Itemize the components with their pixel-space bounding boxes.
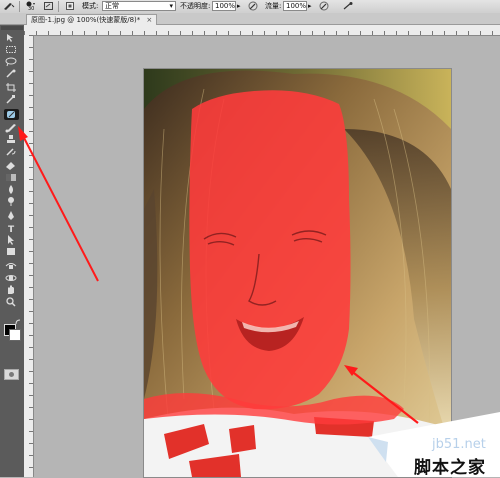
zoom-tool-icon	[6, 297, 16, 307]
shape-tool-icon	[7, 248, 15, 255]
svg-text:T: T	[8, 225, 15, 233]
crop-tool-button[interactable]	[4, 82, 19, 93]
gradient-tool-icon	[6, 174, 16, 181]
flow-input[interactable]: 100%	[283, 1, 307, 11]
path-selection-tool-icon	[8, 235, 14, 245]
flow-label: 流量:	[265, 2, 282, 10]
dodge-tool-icon	[8, 197, 14, 206]
chevron-down-icon: ▾	[169, 2, 173, 10]
watermark-name: 脚本之家	[414, 458, 486, 478]
brush-preset-icon	[4, 3, 15, 10]
lasso-tool-icon	[5, 57, 17, 67]
close-icon[interactable]: ×	[146, 15, 152, 25]
mode-label: 模式:	[82, 2, 99, 10]
chevron-right-icon: ▸	[308, 2, 312, 10]
3d-orbit-tool-icon	[5, 275, 17, 281]
pen-tool-icon	[8, 211, 14, 220]
document-tab[interactable]: 原图-1.jpg @ 100%(快速蒙版/8)* ×	[26, 14, 158, 25]
document-tab-bar: 原图-1.jpg @ 100%(快速蒙版/8)* ×	[0, 13, 500, 25]
watermark-site: jb51.net	[432, 437, 486, 452]
airbrush-button[interactable]	[318, 1, 329, 11]
marquee-tool-icon	[6, 46, 16, 53]
hand-tool-icon	[8, 285, 14, 294]
eraser-tool-button[interactable]	[4, 160, 19, 171]
opacity-pressure-button[interactable]	[247, 1, 258, 11]
marquee-tool-button[interactable]	[4, 44, 19, 55]
eyedropper-tool-icon	[6, 95, 15, 104]
opacity-slider-toggle[interactable]: ▸	[237, 1, 241, 11]
opacity-input[interactable]: 100%	[212, 1, 236, 11]
swap-colors-icon[interactable]	[15, 319, 21, 325]
brush-tool-icon	[5, 124, 16, 133]
quick-select-tool-icon	[6, 69, 16, 78]
shape-tool-button[interactable]	[4, 246, 19, 257]
dodge-tool-button[interactable]	[4, 196, 19, 207]
toggle-brush-panel-button[interactable]	[43, 1, 54, 11]
history-brush-tool-button[interactable]	[4, 146, 19, 157]
chevron-right-icon: ▸	[237, 2, 241, 10]
history-brush-tool-icon	[6, 148, 16, 156]
path-selection-tool-button[interactable]	[4, 234, 19, 245]
pen-tool-button[interactable]	[4, 210, 19, 221]
mode-select[interactable]: 正常 ▾	[102, 1, 176, 11]
spot-healing-brush-tool-button[interactable]	[4, 109, 19, 120]
opacity-label: 不透明度:	[180, 2, 211, 10]
blur-tool-icon	[9, 185, 13, 194]
clone-stamp-tool-button[interactable]	[4, 134, 19, 145]
airbrush-icon	[319, 1, 329, 11]
eyedropper-tool-button[interactable]	[4, 94, 19, 105]
tools-panel: T	[0, 25, 24, 477]
type-tool-icon: T	[8, 225, 15, 233]
gradient-tool-button[interactable]	[4, 172, 19, 183]
overlay-mode-icon	[66, 2, 74, 10]
flow-value: 100%	[286, 2, 307, 10]
document-tab-title: 原图-1.jpg @ 100%(快速蒙版/8)	[31, 16, 137, 24]
move-tool-icon	[7, 34, 13, 42]
3d-rotate-tool-icon	[5, 263, 17, 269]
flow-slider-toggle[interactable]: ▸	[308, 1, 312, 11]
hand-tool-button[interactable]	[4, 284, 19, 295]
3d-orbit-tool-button[interactable]	[4, 272, 19, 283]
eraser-tool-icon	[6, 162, 15, 170]
quick-mask-mode-button[interactable]	[4, 369, 19, 380]
clone-stamp-tool-icon	[7, 135, 15, 143]
brush-panel-icon	[44, 2, 53, 10]
tool-preset-picker[interactable]	[2, 1, 15, 11]
vertical-ruler	[24, 35, 34, 477]
crop-tool-icon	[6, 83, 16, 92]
zoom-tool-button[interactable]	[4, 296, 19, 307]
spot-healing-brush-tool-icon	[7, 111, 15, 118]
type-tool-button[interactable]: T	[4, 222, 19, 233]
lasso-tool-button[interactable]	[4, 56, 19, 67]
background-color-swatch[interactable]	[9, 329, 21, 341]
3d-rotate-tool-button[interactable]	[4, 260, 19, 271]
tablet-size-pressure-button[interactable]	[342, 1, 353, 11]
opacity-value: 100%	[215, 2, 236, 10]
mode-icon	[65, 1, 76, 11]
mode-select-value: 正常	[105, 2, 119, 10]
document-modified-marker: *	[136, 16, 141, 24]
pressure-pen-icon	[248, 1, 258, 11]
panel-grip[interactable]	[1, 26, 23, 30]
horizontal-ruler	[24, 25, 500, 36]
tablet-pressure-icon	[343, 2, 353, 10]
move-tool-button[interactable]	[4, 32, 19, 43]
brush-tool-button[interactable]	[4, 122, 19, 133]
quick-select-tool-button[interactable]	[4, 68, 19, 79]
options-bar: 30 模式: 正常 ▾ 不透明度: 100% ▸ 流量: 100% ▸	[0, 0, 500, 14]
blur-tool-button[interactable]	[4, 184, 19, 195]
